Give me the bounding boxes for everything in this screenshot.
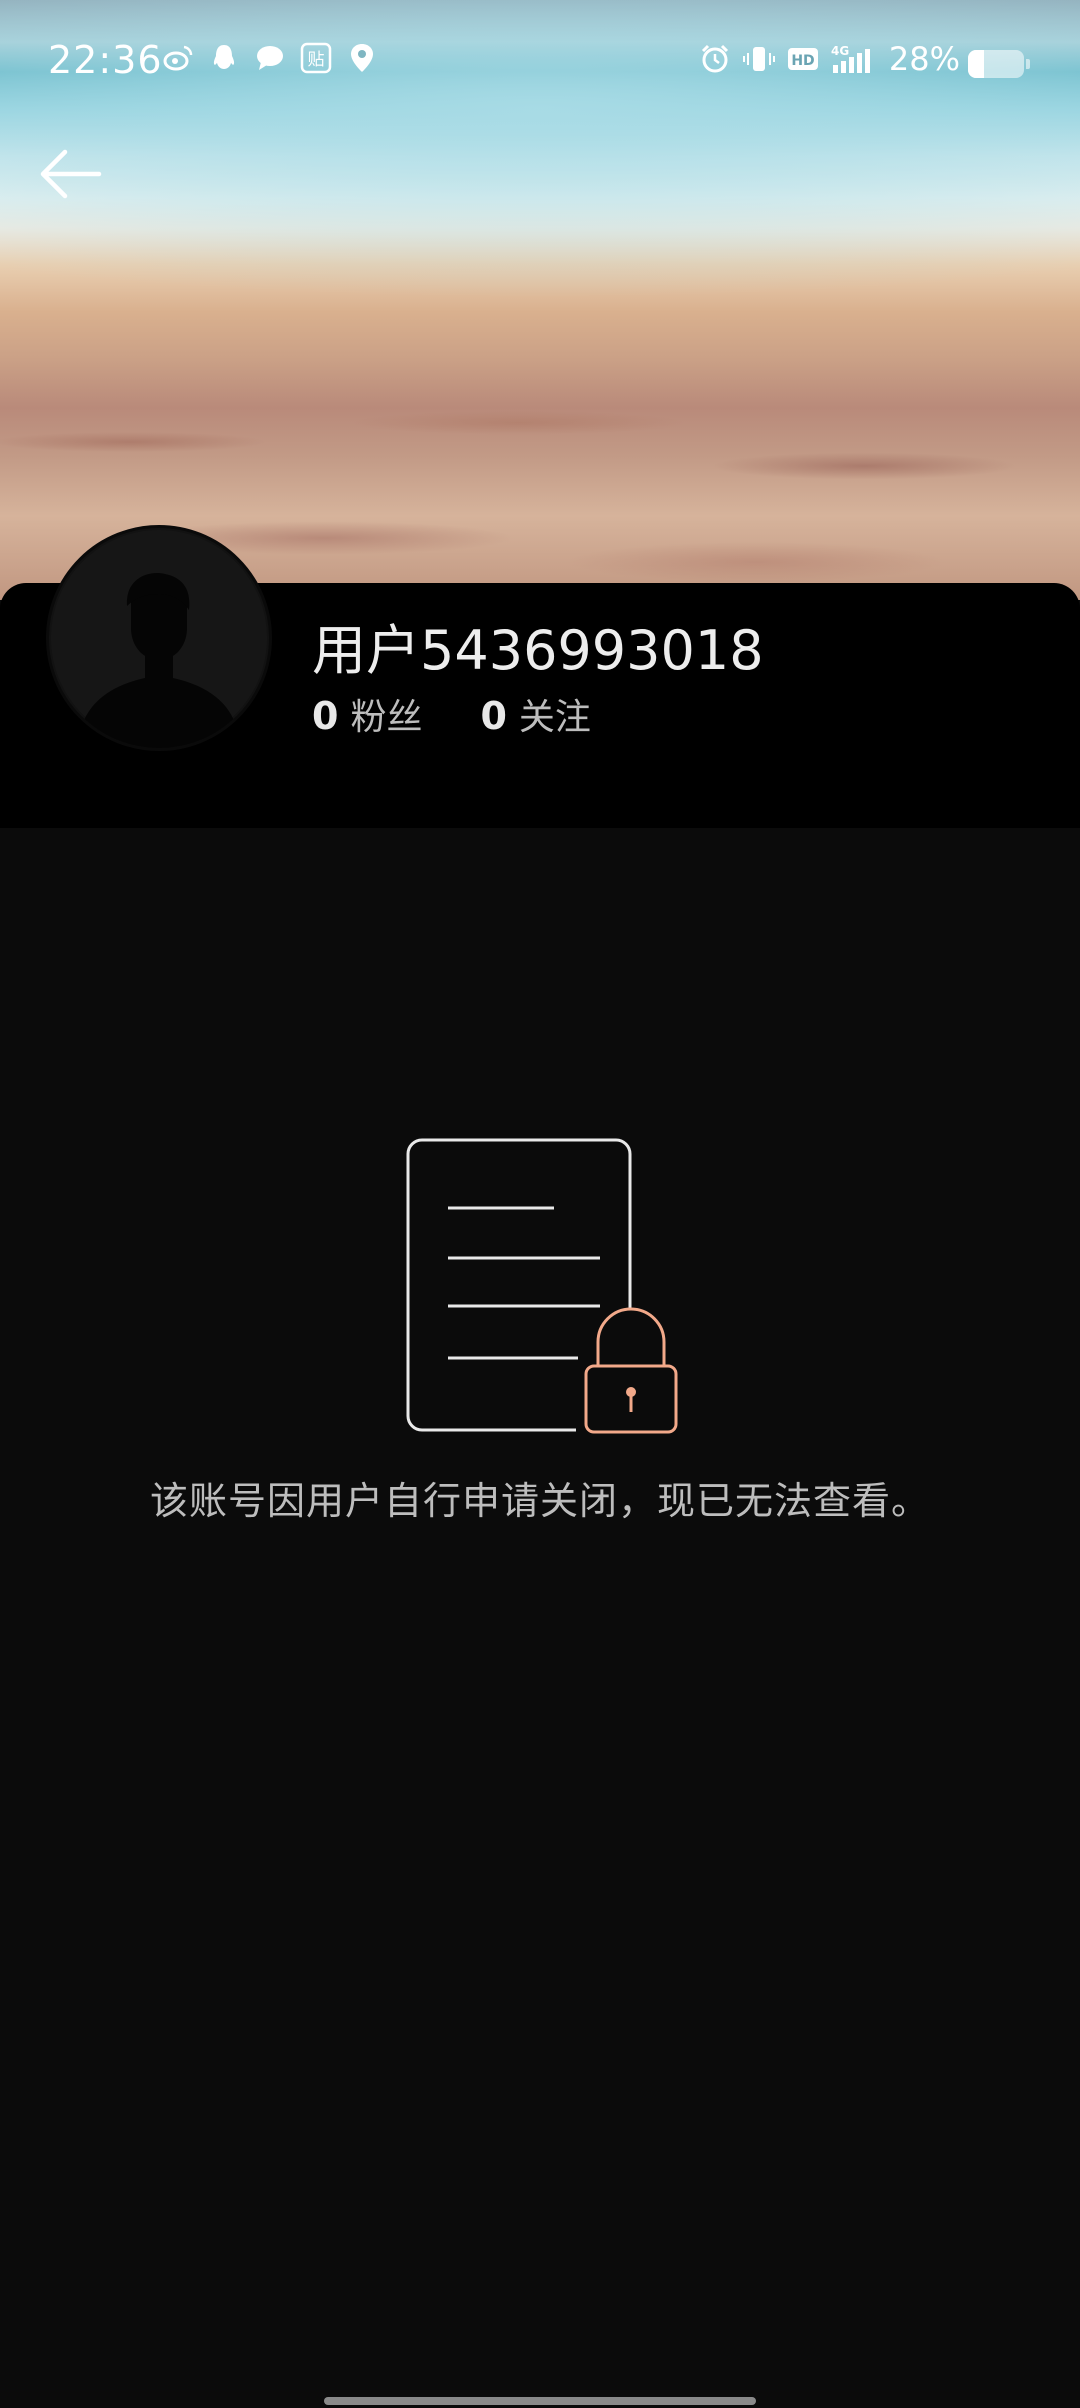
following-stat[interactable]: 0 关注 [480, 688, 590, 740]
network-label: 4G [831, 44, 849, 58]
vibrate-icon [742, 43, 775, 75]
default-avatar-silhouette-icon [51, 530, 267, 748]
battery-fill [968, 50, 984, 78]
weibo-icon [162, 42, 194, 74]
alarm-icon [699, 43, 731, 75]
signal-4g-icon: 4G [831, 43, 877, 75]
following-count: 0 [480, 694, 507, 738]
hd-icon: HD [787, 43, 819, 75]
message-icon [254, 42, 286, 74]
battery-icon [968, 50, 1030, 78]
account-closed-message: 该账号因用户自行申请关闭，现已无法查看。 [149, 1479, 930, 1523]
notification-icons: 贴 [162, 42, 378, 74]
hd-label: HD [791, 53, 814, 69]
back-arrow-icon [40, 149, 102, 199]
followers-count: 0 [312, 694, 339, 738]
svg-text:贴: 贴 [308, 50, 325, 70]
locked-document-icon [400, 1130, 690, 1440]
status-time: 22:36 [48, 38, 163, 82]
qq-icon [208, 42, 240, 74]
followers-stat[interactable]: 0 粉丝 [312, 688, 422, 740]
profile-stats: 0 粉丝 0 关注 [312, 688, 591, 740]
back-button[interactable] [30, 138, 110, 210]
location-icon [346, 42, 378, 74]
battery-cap [1026, 59, 1030, 69]
home-indicator[interactable] [324, 2397, 756, 2405]
profile-username: 用户5436993018 [312, 619, 764, 682]
followers-label: 粉丝 [350, 697, 423, 738]
system-status-icons: HD 4G 28% [699, 40, 960, 78]
tieba-icon: 贴 [300, 42, 332, 74]
following-label: 关注 [518, 697, 591, 738]
status-bar: 22:36 贴 HD 4G 28% [0, 0, 1080, 130]
battery-percent: 28% [888, 40, 960, 78]
avatar[interactable] [46, 525, 272, 751]
